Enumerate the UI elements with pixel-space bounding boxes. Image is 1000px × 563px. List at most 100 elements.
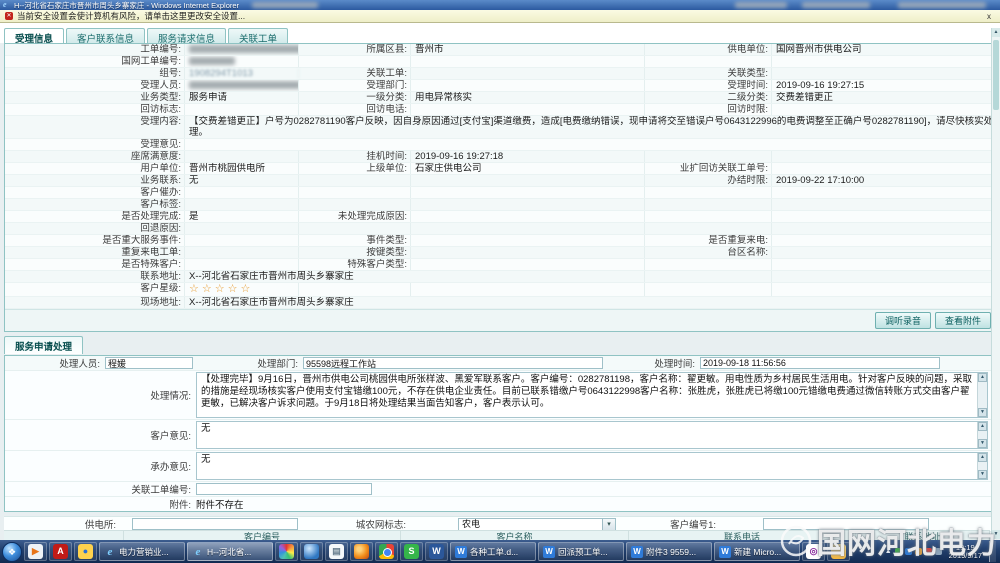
field-value [411, 259, 645, 270]
warning-close-icon[interactable]: x [987, 12, 995, 21]
word-icon[interactable]: W [425, 542, 448, 561]
show-desktop-button[interactable] [989, 541, 996, 562]
field-label [299, 223, 411, 234]
chrome-icon[interactable] [375, 542, 398, 561]
field-value: 石家庄供电公司 [411, 163, 645, 174]
time-input[interactable] [700, 357, 940, 369]
taskbar-window-doc1[interactable]: W各种工单.d... [450, 542, 536, 561]
tray-icon[interactable] [895, 548, 902, 555]
field-label: 特殊客户类型: [299, 259, 411, 270]
folder-icon [831, 544, 846, 559]
field-value [772, 211, 995, 222]
tab-related-orders[interactable]: 关联工单 [228, 28, 288, 43]
field-label: 供电单位: [645, 44, 772, 55]
field-label: 未处理完成原因: [299, 211, 411, 222]
pdf-icon[interactable]: A [49, 542, 72, 561]
taskbar-window-marketing[interactable]: e电力营销业... [99, 542, 185, 561]
chat-icon[interactable]: ● [74, 542, 97, 561]
field-value: 用电异常核实 [411, 92, 645, 103]
security-warning-bar[interactable]: 当前安全设置会使计算机有风险，请单击这里更改安全设置... x [0, 10, 1000, 23]
field-value: 2019-09-16 19:27:15 [772, 80, 995, 91]
form-row: 现场地址:X--河北省石家庄市晋州市周头乡寨家庄 [5, 297, 995, 309]
tab-accept-info[interactable]: 受理信息 [4, 28, 64, 43]
tray-icon[interactable] [935, 548, 942, 555]
sunlogin-icon: S [404, 544, 419, 559]
ie-icon [3, 1, 11, 9]
taskbar-window-label: 回派预工单... [558, 546, 608, 558]
scroll-down-icon[interactable] [978, 408, 987, 417]
field-value [772, 223, 995, 234]
notepad-icon[interactable]: ▤ [325, 542, 348, 561]
content-scrollbar[interactable] [991, 28, 1000, 539]
field-value [185, 187, 299, 198]
taskbar-window-label: 附件3 9559... [646, 546, 696, 558]
firefox-icon[interactable] [350, 542, 373, 561]
undertake-opinion-textarea[interactable]: 无 [196, 452, 988, 480]
sunlogin-icon[interactable]: S [400, 542, 423, 561]
related-order-input[interactable] [196, 483, 372, 495]
taskbar-window-current[interactable]: eH--河北省... [187, 542, 273, 561]
listen-recording-button[interactable]: 调听录音 [875, 312, 931, 329]
target-icon[interactable]: ◎ [802, 542, 825, 561]
field-value: 交费差错更正 [772, 92, 995, 103]
star-rating[interactable]: ☆☆☆☆☆ [185, 283, 299, 296]
pinwheel-icon[interactable] [275, 542, 298, 561]
folder-icon[interactable] [827, 542, 850, 561]
form-row: 用户单位:晋州市桃园供电所上级单位:石家庄供电公司业扩回访关联工单号: [5, 163, 995, 175]
form-row: 业务联系:无办结时限:2019-09-22 17:10:00 [5, 175, 995, 187]
field-value: 2019-09-16 19:27:18 [411, 151, 645, 162]
dept-input[interactable] [303, 357, 603, 369]
field-value [185, 139, 995, 150]
taskbar-window-label: H--河北省... [207, 546, 251, 558]
scrollbar-thumb[interactable] [993, 40, 999, 110]
field-label: 挂机时间: [299, 151, 411, 162]
globe-icon[interactable] [300, 542, 323, 561]
tray-icon[interactable] [925, 548, 932, 555]
form-row: 业务类型:服务申请一级分类:用电异常核实二级分类:交费差错更正 [5, 92, 995, 104]
redacted-block [735, 2, 787, 8]
field-label: 是否特殊客户: [5, 259, 185, 270]
tab-service-request[interactable]: 服务请求信息 [147, 28, 226, 43]
view-attachment-button[interactable]: 查看附件 [935, 312, 991, 329]
scroll-down-icon[interactable] [978, 470, 987, 479]
tray-expand-icon[interactable]: ▲ [885, 548, 892, 555]
redacted-value [185, 80, 299, 91]
title-bar: H--河北省石家庄市晋州市周头乡寨家庄 - Windows Internet E… [0, 0, 1000, 10]
field-label [645, 271, 772, 282]
process-section-tab[interactable]: 服务申请处理 [4, 336, 83, 354]
field-value: 晋州市 [411, 44, 645, 55]
undertake-opinion-scrollbar[interactable] [977, 453, 987, 479]
time-label: 处理时间: [603, 356, 695, 370]
tray-icon[interactable] [905, 548, 912, 555]
scroll-up-icon[interactable] [992, 28, 1000, 37]
scroll-down-icon[interactable] [978, 439, 987, 448]
field-label: 受理人员: [5, 80, 185, 91]
start-button[interactable] [2, 542, 22, 562]
scroll-up-icon[interactable] [978, 422, 987, 431]
station-input[interactable] [132, 518, 298, 530]
form-row: 回访标志:回访电话:回访时限: [5, 104, 995, 116]
field-label: 一级分类: [299, 92, 411, 103]
customer-opinion-textarea[interactable]: 无 [196, 421, 988, 449]
scroll-up-icon[interactable] [978, 453, 987, 462]
scroll-up-icon[interactable] [978, 373, 987, 382]
customer-opinion-scrollbar[interactable] [977, 422, 987, 448]
taskbar-window-doc3[interactable]: W附件3 9559... [626, 542, 712, 561]
situation-textarea[interactable]: 【处理完毕】9月16日，晋州市供电公司桃园供电所张样波、黑爱军联系客户。客户编号… [196, 372, 988, 418]
taskbar-window-doc4[interactable]: W新建 Micro... [714, 542, 800, 561]
taskbar-clock[interactable]: 19:192019/9/17 [945, 544, 986, 560]
situation-scrollbar[interactable] [977, 373, 987, 417]
field-value [411, 247, 645, 258]
field-value [411, 104, 645, 115]
customer-no-input[interactable] [763, 518, 929, 530]
attachment-value: 附件不存在 [196, 497, 244, 511]
scroll-down-icon[interactable] [992, 530, 1000, 539]
table-corner-cell [4, 531, 124, 540]
media-player-icon[interactable]: ▶ [24, 542, 47, 561]
tray-icon[interactable] [915, 548, 922, 555]
tab-customer-contact[interactable]: 客户联系信息 [66, 28, 145, 43]
taskbar-window-doc2[interactable]: W回派预工单... [538, 542, 624, 561]
field-value [772, 56, 995, 67]
grid-flag-dropdown[interactable]: 农电 [458, 518, 616, 531]
handler-input[interactable] [105, 357, 193, 369]
